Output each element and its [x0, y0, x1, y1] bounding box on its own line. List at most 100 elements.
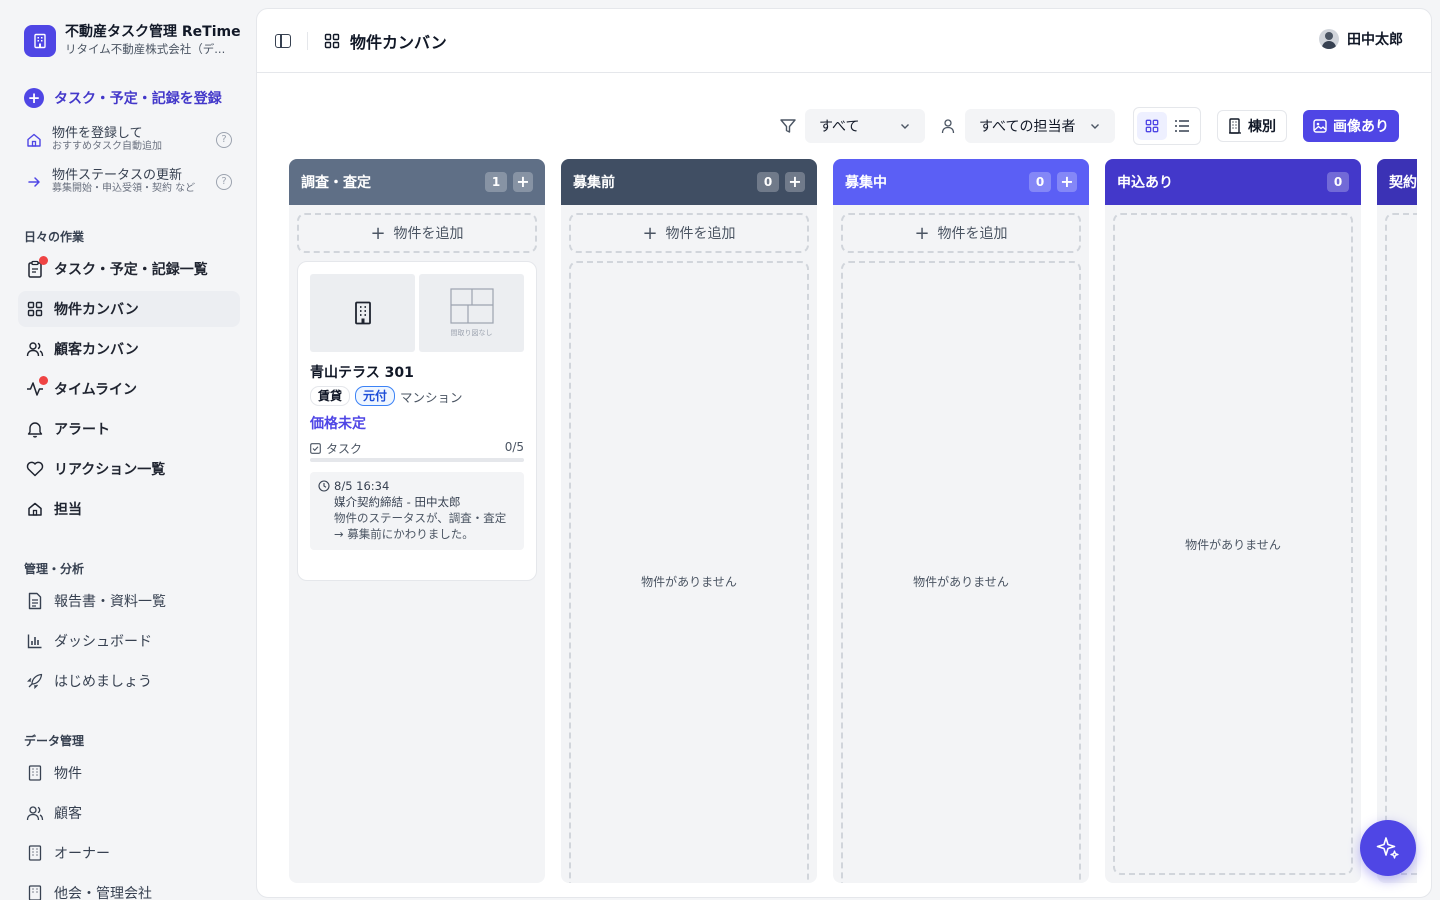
- status-filter-select[interactable]: すべて: [805, 109, 925, 143]
- nav-label: タスク・予定・記録一覧: [54, 262, 208, 278]
- notification-dot: [39, 256, 48, 265]
- nav-owners[interactable]: オーナー: [18, 835, 240, 871]
- nav-label: 他会・管理会社: [54, 886, 152, 900]
- notification-dot: [39, 376, 48, 385]
- with-image-label: 画像あり: [1333, 119, 1389, 135]
- document-icon: [26, 592, 44, 610]
- image-icon: [1313, 119, 1327, 133]
- helper-sub-text: 募集開始・申込受領・契約 など: [52, 183, 196, 194]
- add-property-label: 物件を追加: [665, 226, 736, 242]
- property-tags: 賃貸 元付 マンション: [310, 386, 463, 406]
- quick-register-button[interactable]: + タスク・予定・記録を登録: [24, 88, 222, 108]
- checkbox-icon: [310, 443, 321, 454]
- column-add-button[interactable]: +: [513, 172, 533, 192]
- helper-register-property[interactable]: 物件を登録して おすすめタスク自動追加 ?: [24, 126, 236, 153]
- user-icon: [941, 118, 955, 134]
- activity-message: 物件のステータスが、調査・査定 → 募集前にかわりました。: [334, 511, 507, 541]
- nav-tasks[interactable]: タスク・予定・記録一覧: [18, 251, 240, 287]
- building-icon: [26, 844, 44, 862]
- by-building-button[interactable]: 棟別: [1217, 110, 1287, 142]
- with-image-button[interactable]: 画像あり: [1303, 110, 1399, 142]
- nav-label: 担当: [54, 502, 82, 518]
- list-view-button[interactable]: [1167, 112, 1197, 140]
- empty-drop-zone: [1385, 213, 1417, 875]
- nav-reactions[interactable]: リアクション一覧: [18, 451, 240, 487]
- assignee-filter-select[interactable]: すべての担当者: [965, 109, 1115, 143]
- brand[interactable]: 不動産タスク管理 ReTime リタイム不動産株式会社（デ...: [24, 24, 241, 57]
- floorplan-placeholder-text: 間取り図なし: [450, 329, 493, 337]
- nav-alerts[interactable]: アラート: [18, 411, 240, 447]
- grid-view-button[interactable]: [1137, 112, 1167, 140]
- task-progress-bar: [310, 458, 524, 462]
- sidebar-toggle-icon[interactable]: [275, 33, 291, 48]
- heart-icon: [26, 460, 44, 478]
- nav-label: 報告書・資料一覧: [54, 594, 166, 610]
- column-title: 募集前: [573, 175, 615, 191]
- sidebar: 不動産タスク管理 ReTime リタイム不動産株式会社（デ... + タスク・予…: [0, 0, 256, 900]
- arrow-right-icon: [24, 175, 44, 189]
- add-property-button[interactable]: + 物件を追加: [841, 213, 1081, 253]
- nav-label: ダッシュボード: [54, 634, 152, 650]
- nav-customers[interactable]: 顧客: [18, 795, 240, 831]
- nav-management-companies[interactable]: 他会・管理会社: [18, 875, 240, 900]
- task-summary: タスク 0/5: [310, 440, 524, 457]
- helper-update-status[interactable]: 物件ステータスの更新 募集開始・申込受領・契約 など ?: [24, 168, 236, 195]
- add-property-button[interactable]: + 物件を追加: [569, 213, 809, 253]
- nav-properties[interactable]: 物件: [18, 755, 240, 791]
- ai-assistant-button[interactable]: [1360, 820, 1416, 876]
- nav-customer-kanban[interactable]: 顧客カンバン: [18, 331, 240, 367]
- user-name: 田中太郎: [1347, 32, 1403, 48]
- column-count-badge: 0: [757, 172, 779, 192]
- nav-assigned[interactable]: 担当: [18, 491, 240, 527]
- column-add-button[interactable]: +: [1057, 172, 1077, 192]
- user-menu[interactable]: 田中太郎: [1319, 29, 1403, 49]
- nav-dashboard[interactable]: ダッシュボード: [18, 623, 240, 659]
- column-header: 契約: [1377, 159, 1417, 205]
- plus-icon: +: [370, 222, 386, 244]
- add-property-button[interactable]: + 物件を追加: [297, 213, 537, 253]
- property-type: マンション: [400, 389, 463, 405]
- grid-icon: [324, 33, 340, 49]
- nav-label: 物件: [54, 766, 82, 782]
- column-add-button[interactable]: +: [785, 172, 805, 192]
- building-icon: [26, 884, 44, 900]
- filter-icon: [779, 117, 797, 135]
- chevron-down-icon: [899, 120, 911, 132]
- nav-label: はじめましょう: [54, 674, 152, 690]
- building-icon: [1228, 118, 1242, 134]
- help-icon[interactable]: ?: [216, 173, 232, 190]
- column-count-badge: 0: [1029, 172, 1051, 192]
- grid-icon: [26, 300, 44, 318]
- kanban-column-pre-listing: 募集前 0 + + 物件を追加 物件がありません: [561, 159, 817, 883]
- nav-get-started[interactable]: はじめましょう: [18, 663, 240, 699]
- nav-timeline[interactable]: タイムライン: [18, 371, 240, 407]
- nav-reports[interactable]: 報告書・資料一覧: [18, 583, 240, 619]
- divider: [307, 31, 308, 50]
- page-title: 物件カンバン: [350, 32, 447, 52]
- empty-message: 物件がありません: [641, 574, 737, 589]
- kanban-board: 調査・査定 1 + + 物件を追加 間取り図なし 青山テラス 301 賃貸 元付…: [289, 159, 1417, 897]
- nav-property-kanban[interactable]: 物件カンバン: [18, 291, 240, 327]
- help-icon[interactable]: ?: [216, 131, 232, 148]
- column-title: 調査・査定: [301, 175, 371, 191]
- column-header: 募集中 0 +: [833, 159, 1089, 205]
- kanban-column-research: 調査・査定 1 + + 物件を追加 間取り図なし 青山テラス 301 賃貸 元付…: [289, 159, 545, 883]
- kanban-column-listing: 募集中 0 + + 物件を追加 物件がありません: [833, 159, 1089, 883]
- property-card[interactable]: 間取り図なし 青山テラス 301 賃貸 元付 マンション 価格未定 タスク 0/…: [297, 261, 537, 581]
- activity-title: 媒介契約締結 - 田中太郎: [334, 495, 461, 509]
- helper-sub-text: おすすめタスク自動追加: [52, 141, 162, 152]
- tag-rental: 賃貸: [310, 386, 351, 406]
- activity-icon: [26, 376, 48, 398]
- nav-label: オーナー: [54, 846, 110, 862]
- empty-message: 物件がありません: [1185, 537, 1281, 552]
- rocket-icon: [26, 672, 44, 690]
- building-logo-icon: [24, 24, 56, 57]
- column-count-badge: 0: [1327, 172, 1349, 192]
- empty-message: 物件がありません: [913, 574, 1009, 589]
- helper-main-text: 物件を登録して: [52, 126, 143, 141]
- plus-icon: +: [642, 222, 658, 244]
- empty-drop-zone: 物件がありません: [841, 261, 1081, 883]
- column-header: 申込あり 0: [1105, 159, 1361, 205]
- users-icon: [26, 340, 44, 358]
- column-title: 申込あり: [1117, 175, 1173, 191]
